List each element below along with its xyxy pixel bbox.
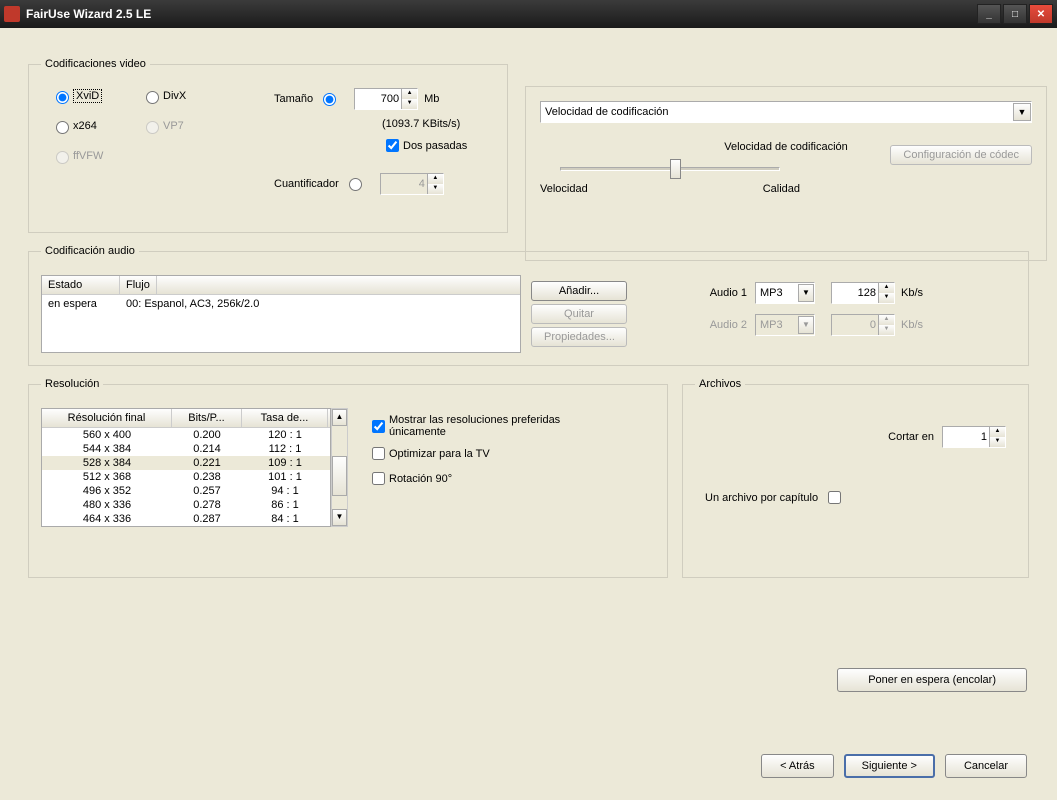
close-button[interactable]: ✕ xyxy=(1029,4,1053,24)
audio-legend: Codificación audio xyxy=(41,245,139,257)
resolution-group: Resolución Résolución final Bits/P... Ta… xyxy=(28,378,668,578)
slider-left-label: Velocidad xyxy=(540,183,588,195)
quant-label: Cuantificador xyxy=(274,178,339,190)
audio1-label: Audio 1 xyxy=(687,287,747,299)
resolution-table[interactable]: Résolución final Bits/P... Tasa de... 56… xyxy=(41,408,331,527)
resolution-row[interactable]: 464 x 3360.28784 : 1 xyxy=(42,512,330,526)
titlebar[interactable]: FairUse Wizard 2.5 LE _ □ ✕ xyxy=(0,0,1057,28)
size-label: Tamaño xyxy=(274,93,313,105)
audio2-kbps-input: ▲▼ xyxy=(831,314,895,336)
window-title: FairUse Wizard 2.5 LE xyxy=(26,7,977,21)
back-button[interactable]: < Atrás xyxy=(761,754,834,778)
quant-input: ▲▼ xyxy=(380,173,444,195)
audio1-codec-dropdown[interactable]: MP3▼ xyxy=(755,282,815,304)
queue-button[interactable]: Poner en espera (encolar) xyxy=(837,668,1027,692)
resolution-row[interactable]: 512 x 3680.238101 : 1 xyxy=(42,470,330,484)
col-state: Estado xyxy=(42,276,120,294)
speed-dropdown[interactable]: Velocidad de codificación▼ xyxy=(540,101,1032,123)
resolution-row[interactable]: 480 x 3360.27886 : 1 xyxy=(42,498,330,512)
tv-optimize-checkbox[interactable]: Optimizar para la TV xyxy=(368,444,589,463)
cut-label: Cortar en xyxy=(888,431,934,443)
maximize-button[interactable]: □ xyxy=(1003,4,1027,24)
pref-res-checkbox[interactable]: Mostrar las resoluciones preferidas únic… xyxy=(368,414,589,438)
codec-divx[interactable]: DivX xyxy=(141,88,231,104)
cut-input[interactable]: ▲▼ xyxy=(942,426,1006,448)
per-chapter-checkbox[interactable] xyxy=(828,491,841,504)
resolution-row[interactable]: 560 x 4000.200120 : 1 xyxy=(42,428,330,442)
codec-x264[interactable]: x264 xyxy=(51,118,141,134)
audio2-label: Audio 2 xyxy=(687,319,747,331)
codec-ffvfw: ffVFW xyxy=(51,148,141,164)
properties-button: Propiedades... xyxy=(531,327,627,347)
next-button[interactable]: Siguiente > xyxy=(844,754,935,778)
add-button[interactable]: Añadir... xyxy=(531,281,627,301)
audio1-kbps-input[interactable]: ▲▼ xyxy=(831,282,895,304)
size-input[interactable]: ▲▼ xyxy=(354,88,418,110)
audio-row[interactable]: en espera 00: Espanol, AC3, 256k/2.0 xyxy=(42,295,520,313)
rotation-checkbox[interactable]: Rotación 90° xyxy=(368,469,589,488)
two-pass-checkbox[interactable]: Dos pasadas xyxy=(382,136,467,155)
files-group: Archivos Cortar en ▲▼ Un archivo por cap… xyxy=(682,378,1029,578)
scrollbar[interactable]: ▲▼ xyxy=(331,408,348,527)
size-radio[interactable] xyxy=(323,93,336,106)
audio-table[interactable]: Estado Flujo en espera 00: Espanol, AC3,… xyxy=(41,275,521,353)
remove-button: Quitar xyxy=(531,304,627,324)
codec-vp7: VP7 xyxy=(141,118,231,134)
audio2-codec-dropdown: MP3▼ xyxy=(755,314,815,336)
app-icon xyxy=(4,6,20,22)
size-unit: Mb xyxy=(424,93,439,105)
resolution-legend: Resolución xyxy=(41,378,103,390)
video-legend: Codificaciones video xyxy=(41,58,150,70)
resolution-row[interactable]: 496 x 3520.25794 : 1 xyxy=(42,484,330,498)
kbps-unit: Kb/s xyxy=(901,287,923,299)
audio-group: Codificación audio Estado Flujo en esper… xyxy=(28,245,1029,366)
files-legend: Archivos xyxy=(695,378,745,390)
bitrate-label: (1093.7 KBits/s) xyxy=(382,118,467,130)
minimize-button[interactable]: _ xyxy=(977,4,1001,24)
resolution-row[interactable]: 544 x 3840.214112 : 1 xyxy=(42,442,330,456)
quant-radio[interactable] xyxy=(349,178,362,191)
video-group: Codificaciones video XviD DivX x264 VP7 … xyxy=(28,58,508,233)
codec-xvid[interactable]: XviD xyxy=(51,88,141,104)
col-stream: Flujo xyxy=(120,276,157,294)
per-chapter-label: Un archivo por capítulo xyxy=(705,492,818,504)
resolution-row[interactable]: 528 x 3840.221109 : 1 xyxy=(42,456,330,470)
chevron-down-icon: ▼ xyxy=(1013,103,1031,121)
slider-right-label: Calidad xyxy=(763,183,800,195)
speed-slider[interactable] xyxy=(560,167,780,171)
codec-config-button: Configuración de códec xyxy=(890,145,1032,165)
cancel-button[interactable]: Cancelar xyxy=(945,754,1027,778)
